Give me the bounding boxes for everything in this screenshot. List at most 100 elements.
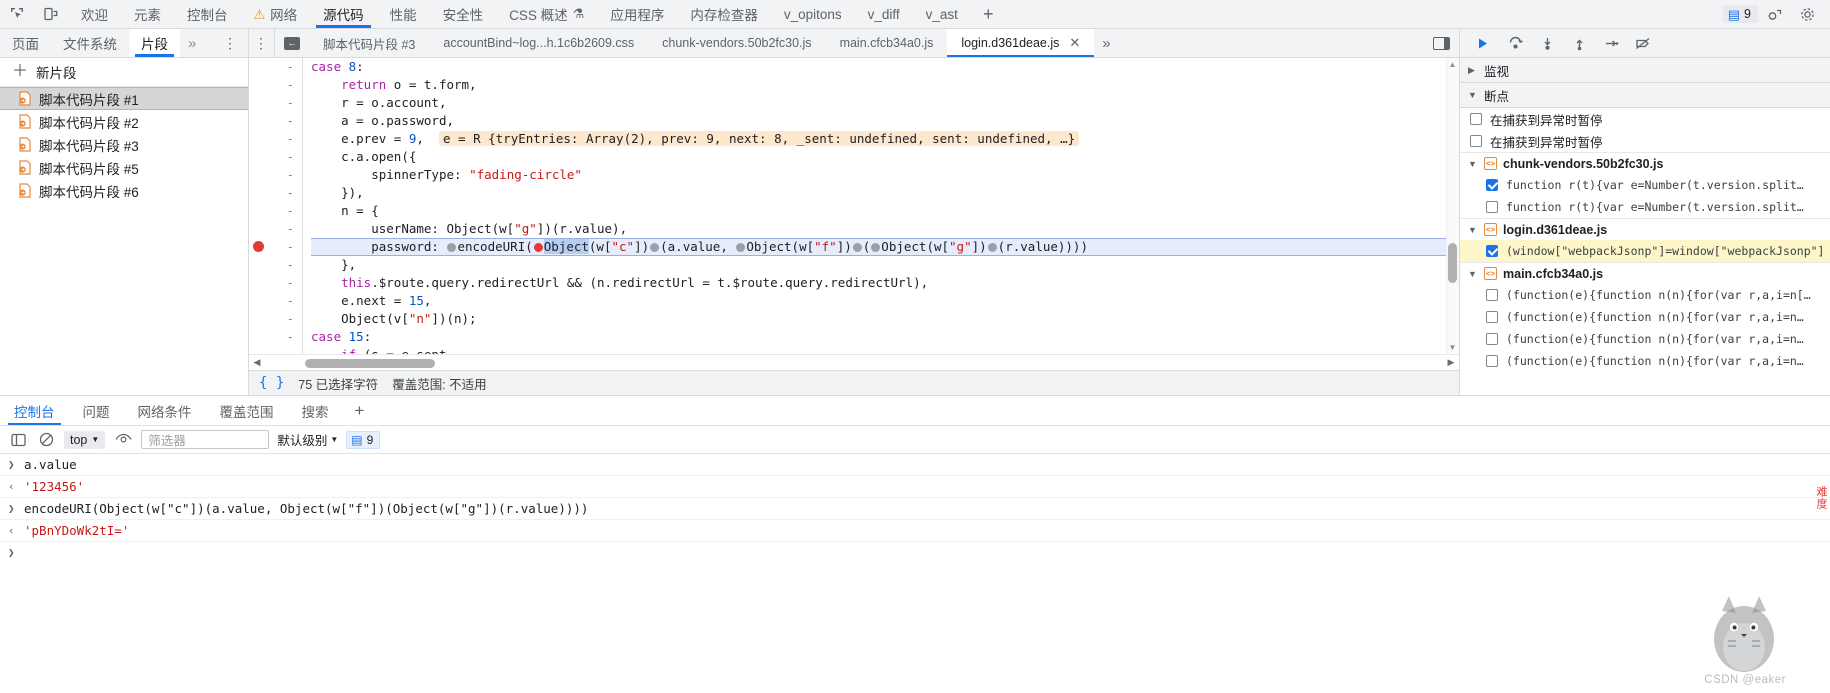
console-filter-input[interactable]: 筛选器 — [141, 430, 270, 449]
editor-vertical-scrollbar-thumb[interactable] — [1448, 243, 1457, 283]
scroll-down-icon[interactable]: ▼ — [1448, 343, 1457, 352]
gutter-cell[interactable] — [249, 295, 267, 313]
editor-tab-main-js[interactable]: main.cfcb34a0.js — [826, 29, 948, 57]
inline-breakpoint-active-icon[interactable] — [533, 243, 543, 252]
list-item[interactable]: 脚本代码片段 #3 — [0, 133, 248, 156]
checkbox[interactable] — [1470, 135, 1482, 147]
breakpoint-file-group[interactable]: ▼ <> chunk-vendors.50b2fc30.js — [1460, 152, 1830, 174]
breakpoint-file-group[interactable]: ▼ <> login.d361deae.js — [1460, 218, 1830, 240]
step-out-icon[interactable] — [1564, 31, 1594, 55]
console-context-selector[interactable]: top ▼ — [64, 430, 106, 449]
checkbox[interactable] — [1486, 311, 1498, 323]
scroll-left-icon[interactable]: ◀ — [249, 357, 265, 368]
code-line[interactable]: if (s = e.sent, — [311, 346, 1459, 354]
tab-elements[interactable]: 元素 — [121, 0, 174, 28]
pause-on-caught-exceptions-row-2[interactable]: 在捕获到异常时暂停 — [1460, 130, 1830, 152]
tab-network[interactable]: ⚠ 网络 — [241, 0, 311, 28]
inline-breakpoint-icon[interactable] — [987, 243, 997, 252]
breakpoint-item[interactable]: (function(e){function n(n){for(var r,a,i… — [1460, 350, 1830, 372]
tab-welcome[interactable]: 欢迎 — [68, 0, 121, 28]
code-editor[interactable]: - - - - - - - - - - - - - - - - - — [249, 58, 1459, 354]
breakpoint-item[interactable]: (function(e){function n(n){for(var r,a,i… — [1460, 306, 1830, 328]
code-line[interactable]: spinnerType: "fading-circle" — [311, 166, 1459, 184]
chevron-down-icon[interactable]: ▼ — [1468, 225, 1478, 235]
message-badge[interactable]: ▤ 9 — [1722, 5, 1758, 23]
tab-performance[interactable]: 性能 — [377, 0, 430, 28]
gutter-cell[interactable] — [249, 58, 267, 76]
nav-tab-snippets[interactable]: 片段 — [129, 29, 180, 57]
drawer-tab-console[interactable]: 控制台 — [0, 396, 69, 425]
code-line[interactable]: e.prev = 9, e = R {tryEntries: Array(2),… — [311, 130, 1459, 148]
add-drawer-tab-button[interactable]: + — [343, 396, 377, 425]
tab-console[interactable]: 控制台 — [174, 0, 241, 28]
code-line[interactable]: case 8: — [311, 58, 1459, 76]
drawer-tab-search[interactable]: 搜索 — [288, 396, 343, 425]
console-level-selector[interactable]: 默认级别 ▼ — [277, 430, 338, 449]
checkbox[interactable] — [1486, 289, 1498, 301]
code-line[interactable]: userName: Object(w["g"])(r.value), — [311, 220, 1459, 238]
breakpoint-item[interactable]: (function(e){function n(n){for(var r,a,i… — [1460, 284, 1830, 306]
code-line[interactable]: this.$route.query.redirectUrl && (n.redi… — [311, 274, 1459, 292]
gutter-cell[interactable] — [249, 202, 267, 220]
list-item[interactable]: 脚本代码片段 #1 — [0, 87, 248, 110]
drawer-tab-coverage[interactable]: 覆盖范围 — [206, 396, 288, 425]
checkbox[interactable] — [1486, 245, 1498, 257]
checkbox[interactable] — [1486, 201, 1498, 213]
gutter-cell[interactable] — [249, 112, 267, 130]
show-navigator-icon[interactable]: ← — [275, 29, 309, 57]
tab-application[interactable]: 应用程序 — [597, 0, 677, 28]
close-icon[interactable]: ✕ — [1069, 35, 1080, 51]
breakpoint-gutter[interactable] — [249, 58, 267, 354]
checkbox[interactable] — [1470, 113, 1482, 125]
tab-memory-inspector[interactable]: 内存检查器 — [677, 0, 771, 28]
console-issues-chip[interactable]: ▤ 9 — [346, 430, 381, 449]
toggle-debugger-sidebar-icon[interactable] — [1423, 29, 1459, 57]
tab-v-diff[interactable]: v_diff — [855, 0, 913, 28]
breakpoint-file-group[interactable]: ▼ <> main.cfcb34a0.js — [1460, 262, 1830, 284]
inspect-element-icon[interactable] — [0, 0, 34, 28]
tab-css-overview[interactable]: CSS 概述 ⚗ — [496, 0, 597, 28]
editor-tab-login-js[interactable]: login.d361deae.js ✕ — [947, 29, 1095, 57]
inline-breakpoint-icon[interactable] — [447, 243, 457, 252]
more-options-icon[interactable] — [1760, 6, 1790, 23]
gutter-cell[interactable] — [249, 220, 267, 238]
list-item[interactable]: 脚本代码片段 #6 — [0, 179, 248, 202]
gutter-cell[interactable] — [249, 331, 267, 349]
code-line[interactable]: return o = t.form, — [311, 76, 1459, 94]
editor-tab-snippet-3[interactable]: 脚本代码片段 #3 — [309, 29, 429, 57]
step-icon[interactable] — [1596, 31, 1626, 55]
step-into-icon[interactable] — [1532, 31, 1562, 55]
code-text-area[interactable]: case 8: return o = t.form, r = o.account… — [303, 58, 1459, 354]
list-item[interactable]: 脚本代码片段 #5 — [0, 156, 248, 179]
code-line[interactable]: c.a.open({ — [311, 148, 1459, 166]
tab-sources[interactable]: 源代码 — [310, 0, 377, 28]
scrollbar-thumb[interactable] — [305, 358, 435, 368]
inline-breakpoint-icon[interactable] — [852, 243, 862, 252]
checkbox[interactable] — [1486, 179, 1498, 191]
editor-horizontal-scrollbar[interactable]: ◀ ▶ — [249, 354, 1459, 370]
breakpoint-item[interactable]: (window["webpackJsonp"]=window["webpackJ… — [1460, 240, 1830, 262]
chevron-double-right-icon[interactable]: » — [180, 29, 204, 57]
scroll-up-icon[interactable]: ▲ — [1448, 60, 1457, 69]
editor-tab-accountbind-css[interactable]: accountBind~log...h.1c6b2609.css — [429, 29, 648, 57]
console-output[interactable]: ❯ a.value ‹ '123456' ❯ encodeURI(Object(… — [0, 454, 1830, 693]
gutter-cell[interactable] — [249, 130, 267, 148]
gutter-cell[interactable] — [249, 166, 267, 184]
code-line[interactable]: a = o.password, — [311, 112, 1459, 130]
inline-breakpoint-icon[interactable] — [736, 243, 746, 252]
tab-v-options[interactable]: v_opitons — [771, 0, 855, 28]
scroll-right-icon[interactable]: ▶ — [1443, 357, 1459, 368]
gutter-cell[interactable] — [249, 259, 267, 277]
chevron-down-icon[interactable]: ▼ — [1468, 159, 1478, 169]
breakpoints-section-header[interactable]: ▼ 断点 — [1460, 83, 1830, 108]
resume-script-icon[interactable] — [1468, 31, 1498, 55]
editor-tab-chunk-vendors[interactable]: chunk-vendors.50b2fc30.js — [648, 29, 825, 57]
tab-security[interactable]: 安全性 — [430, 0, 497, 28]
code-line[interactable]: password: encodeURI(Object(w["c"]) (a.val… — [311, 238, 1459, 256]
scrollbar-track[interactable] — [265, 355, 1443, 371]
breakpoint-item[interactable]: function r(t){var e=Number(t.version.spl… — [1460, 174, 1830, 196]
checkbox[interactable] — [1486, 333, 1498, 345]
inline-breakpoint-icon[interactable] — [650, 243, 660, 252]
pretty-print-icon[interactable]: { } — [259, 375, 284, 391]
editor-more-options-icon[interactable]: ⋮ — [249, 29, 275, 57]
